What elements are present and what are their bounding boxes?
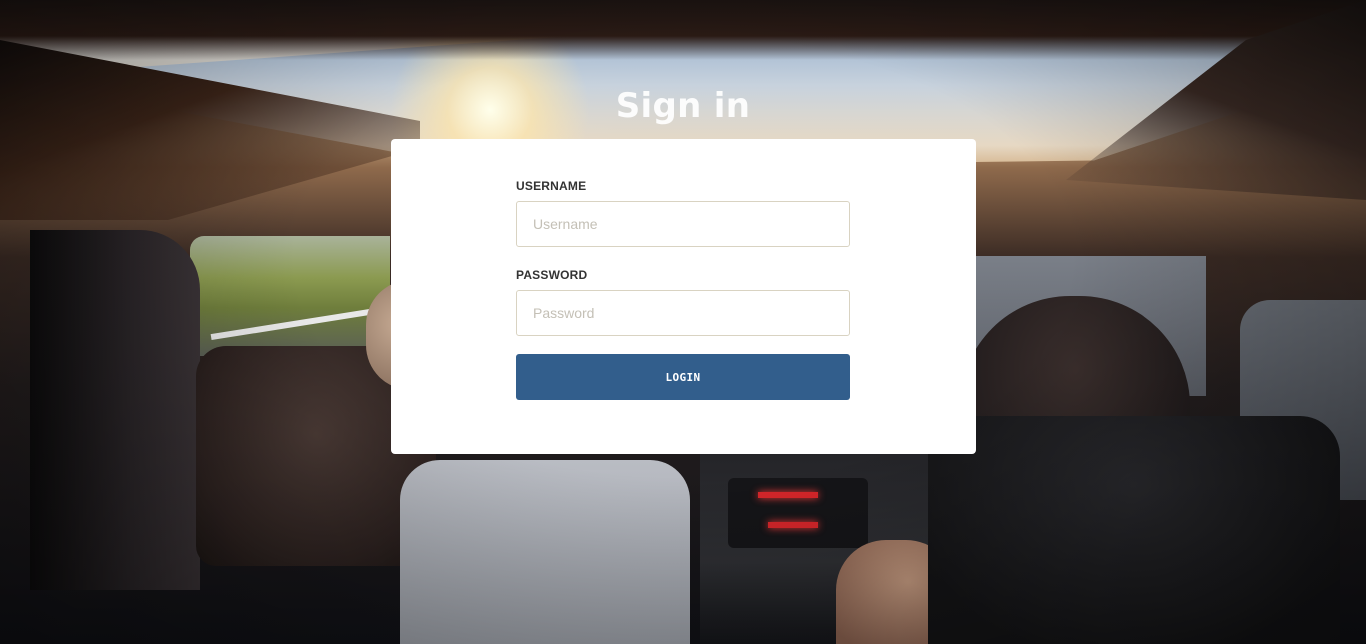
login-button[interactable]: LOGIN [516,354,850,400]
username-label: USERNAME [516,179,587,193]
login-form: USERNAME PASSWORD LOGIN [516,179,850,400]
username-input[interactable] [516,201,850,247]
password-input[interactable] [516,290,850,336]
login-card: USERNAME PASSWORD LOGIN [391,139,976,454]
password-label: PASSWORD [516,268,588,282]
page-title: Sign in [615,86,751,126]
